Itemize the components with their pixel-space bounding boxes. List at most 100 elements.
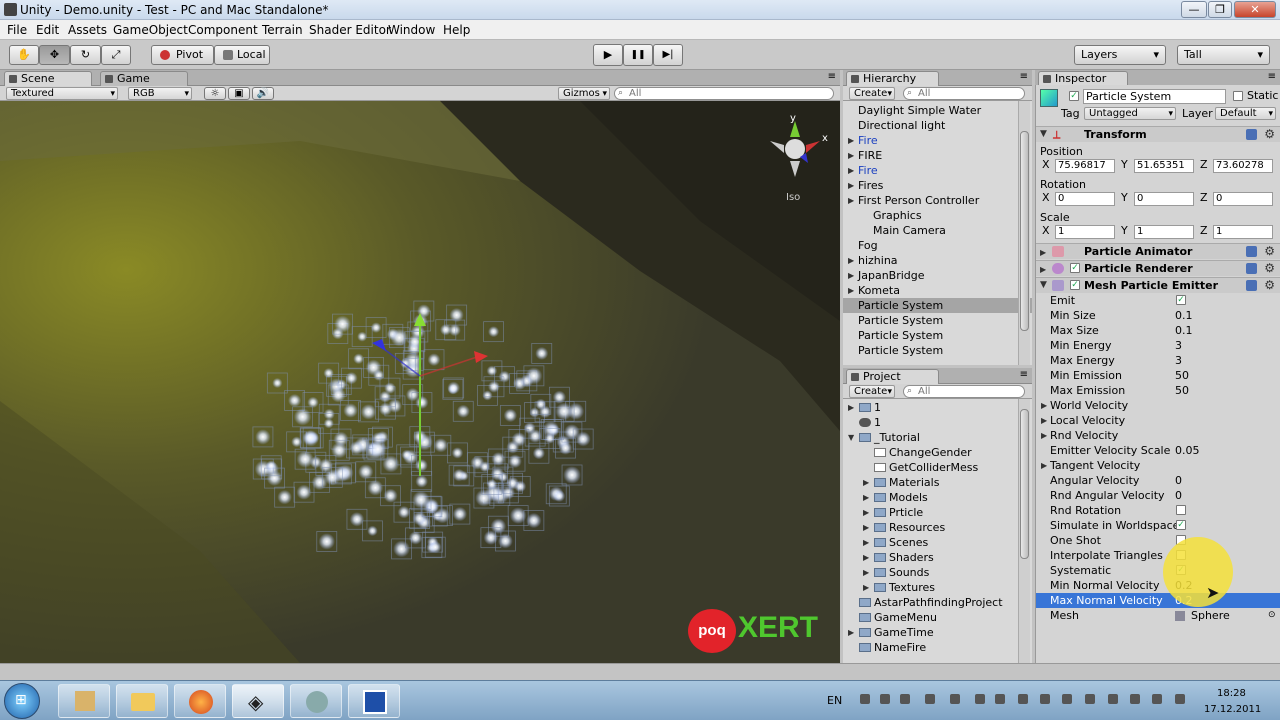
transform-header[interactable]: ▼ ⟂ Transform ⚙ — [1036, 126, 1280, 142]
hierarchy-item[interactable]: ▶ FIRE — [843, 148, 1032, 163]
taskbar-explorer-app[interactable] — [116, 684, 168, 718]
move-tool-button[interactable]: ✥ — [39, 45, 70, 65]
menu-terrain[interactable]: Terrain — [262, 23, 303, 37]
scene-view[interactable]: y x Iso poq XERT — [0, 101, 840, 663]
rotation-x-field[interactable]: 0 — [1055, 192, 1115, 206]
volume-icon[interactable] — [1018, 694, 1028, 704]
project-item[interactable]: NameFire — [843, 640, 1032, 655]
tray-icon[interactable] — [1152, 694, 1162, 704]
audio-toggle[interactable]: 🔊 — [252, 87, 274, 100]
mesh-particle-emitter-header[interactable]: ▼ ✓ Mesh Particle Emitter ⚙ — [1036, 277, 1280, 293]
step-button[interactable]: ▶| — [653, 44, 683, 66]
help-book-icon[interactable] — [1246, 263, 1257, 274]
hierarchy-item[interactable]: ▶ Fires — [843, 178, 1032, 193]
position-y-field[interactable]: 51.65351 — [1134, 159, 1194, 173]
hierarchy-item[interactable]: ▶ Fire — [843, 133, 1032, 148]
project-item[interactable]: ▶ Shaders — [843, 550, 1032, 565]
expand-arrow-icon[interactable]: ▶ — [848, 133, 854, 148]
tray-icon[interactable] — [1130, 694, 1140, 704]
layers-dropdown[interactable]: Layers ▾ — [1074, 45, 1166, 65]
fold-arrow-icon[interactable]: ▶ — [1041, 398, 1047, 413]
project-item[interactable]: ▶ Models — [843, 490, 1032, 505]
expand-arrow-icon[interactable]: ▶ — [848, 148, 854, 163]
rotation-z-field[interactable]: 0 — [1213, 192, 1273, 206]
bluetooth-icon[interactable] — [860, 694, 870, 704]
play-button[interactable]: ▶ — [593, 44, 623, 66]
tab-inspector[interactable]: Inspector — [1038, 71, 1128, 86]
project-item[interactable]: ChangeGender — [843, 445, 1032, 460]
object-picker-icon[interactable]: ⊙ — [1268, 608, 1276, 623]
help-book-icon[interactable] — [1246, 246, 1257, 257]
expand-arrow-icon[interactable]: ▶ — [863, 520, 869, 535]
project-item[interactable]: GameMenu — [843, 610, 1032, 625]
project-item[interactable]: ▶ Textures — [843, 580, 1032, 595]
pause-button[interactable]: ❚❚ — [623, 44, 653, 66]
scale-x-field[interactable]: 1 — [1055, 225, 1115, 239]
tag-dropdown[interactable]: Untagged — [1084, 107, 1176, 120]
tray-icon[interactable] — [1108, 694, 1118, 704]
render-mode-dropdown[interactable]: Textured — [6, 87, 118, 100]
menu-component[interactable]: Component — [188, 23, 258, 37]
hierarchy-scroll-thumb[interactable] — [1020, 131, 1029, 331]
scene-search-input[interactable]: All — [614, 87, 834, 100]
maximize-button[interactable]: ❐ — [1208, 1, 1232, 18]
expand-arrow-icon[interactable]: ▶ — [848, 253, 854, 268]
project-scrollbar[interactable] — [1018, 399, 1030, 663]
tray-icon[interactable] — [1062, 694, 1072, 704]
scale-tool-button[interactable]: ⤢ — [101, 45, 131, 65]
expand-arrow-icon[interactable]: ▶ — [848, 193, 854, 208]
hierarchy-create-dropdown[interactable]: Create — [849, 87, 895, 100]
max-emission-field[interactable]: 50 — [1175, 383, 1189, 398]
hierarchy-item[interactable]: Main Camera — [843, 223, 1032, 238]
expand-arrow-icon[interactable]: ▶ — [863, 565, 869, 580]
project-item[interactable]: AstarPathfindingProject — [843, 595, 1032, 610]
expand-arrow-icon[interactable]: ▼ — [848, 430, 854, 445]
project-item[interactable]: ▶ GameTime — [843, 625, 1032, 640]
local-toggle[interactable]: Local — [214, 45, 270, 65]
angular-velocity-field[interactable]: 0 — [1175, 473, 1182, 488]
image-toggle[interactable]: ▣ — [228, 87, 250, 100]
tab-game[interactable]: Game — [100, 71, 188, 86]
tray-icon[interactable] — [925, 694, 935, 704]
min-emission-field[interactable]: 50 — [1175, 368, 1189, 383]
project-item[interactable]: GetColliderMess — [843, 460, 1032, 475]
close-button[interactable]: ✕ — [1234, 1, 1276, 18]
tab-scene[interactable]: Scene — [4, 71, 92, 86]
renderer-enabled-checkbox[interactable]: ✓ — [1070, 263, 1080, 273]
particle-animator-header[interactable]: ▶ Particle Animator ⚙ — [1036, 243, 1280, 259]
menu-gameobject[interactable]: GameObject — [113, 23, 188, 37]
hierarchy-item[interactable]: Fog — [843, 238, 1032, 253]
project-item[interactable]: ▶ Resources — [843, 520, 1032, 535]
hierarchy-item[interactable]: Graphics — [843, 208, 1032, 223]
scale-z-field[interactable]: 1 — [1213, 225, 1273, 239]
emitter-enabled-checkbox[interactable]: ✓ — [1070, 280, 1080, 290]
fold-arrow-icon[interactable]: ▶ — [1041, 413, 1047, 428]
particle-renderer-header[interactable]: ▶ ✓ Particle Renderer ⚙ — [1036, 260, 1280, 276]
tab-hierarchy[interactable]: Hierarchy — [846, 71, 939, 86]
color-mode-dropdown[interactable]: RGB — [128, 87, 192, 100]
clock-time[interactable]: 18:28 — [1217, 688, 1246, 699]
simulate-in-worldspace-checkbox[interactable]: ✓ — [1176, 520, 1186, 530]
project-item[interactable]: ▶ Prticle — [843, 505, 1032, 520]
expand-arrow-icon[interactable]: ▶ — [848, 283, 854, 298]
active-checkbox[interactable]: ✓ — [1069, 91, 1079, 101]
tray-icon[interactable] — [975, 694, 985, 704]
clock-date[interactable]: 17.12.2011 — [1204, 704, 1261, 715]
pane-menu-icon[interactable]: ≡ — [1020, 71, 1028, 82]
expand-arrow-icon[interactable]: ▶ — [863, 475, 869, 490]
project-item[interactable]: ▶ 1 — [843, 400, 1032, 415]
expand-arrow-icon[interactable]: ▶ — [863, 580, 869, 595]
rnd-angular-velocity-field[interactable]: 0 — [1175, 488, 1182, 503]
lighting-toggle[interactable]: ☼ — [204, 87, 226, 100]
fold-arrow-icon[interactable]: ▶ — [1041, 428, 1047, 443]
project-item[interactable]: ▼ _Tutorial — [843, 430, 1032, 445]
menu-edit[interactable]: Edit — [36, 23, 59, 37]
min-energy-field[interactable]: 3 — [1175, 338, 1182, 353]
hierarchy-item[interactable]: Particle System — [843, 343, 1032, 358]
position-x-field[interactable]: 75.96817 — [1055, 159, 1115, 173]
hierarchy-item[interactable]: ▶ First Person Controller — [843, 193, 1032, 208]
help-book-icon[interactable] — [1246, 129, 1257, 140]
tray-icon[interactable] — [880, 694, 890, 704]
rotation-y-field[interactable]: 0 — [1134, 192, 1194, 206]
mesh-field[interactable]: Sphere — [1191, 608, 1230, 623]
